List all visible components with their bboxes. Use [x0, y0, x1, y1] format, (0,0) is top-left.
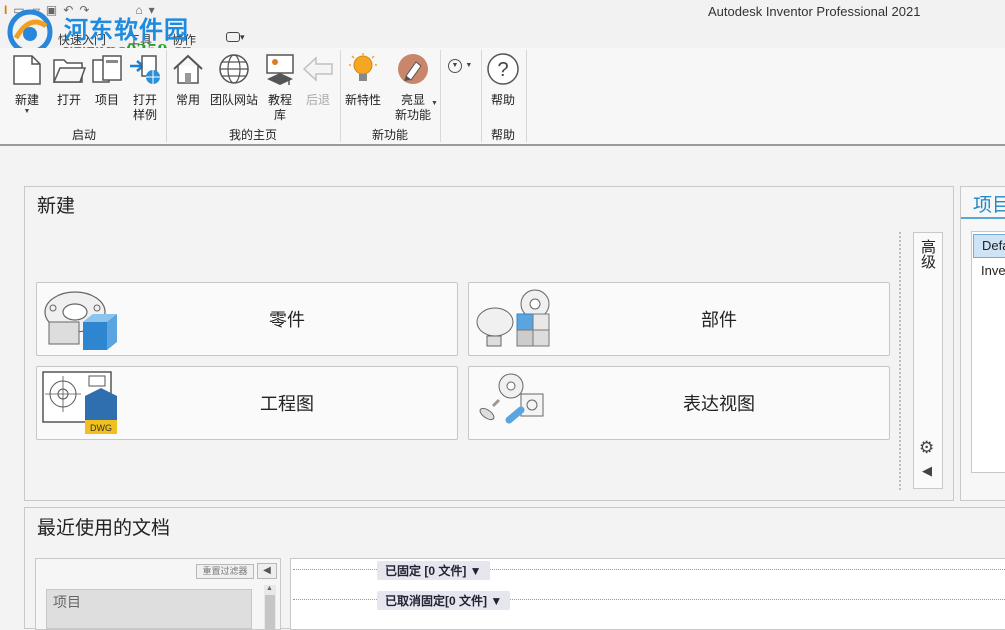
drawing-icon: DWG [42, 371, 117, 434]
tile-label: 部件 [701, 310, 737, 331]
help-icon: ? [487, 53, 519, 85]
ribbon: 新建 ▼ 打开 项目 打开 样例 启动 常用 团队网站 教程 库 后退 我的主页… [0, 48, 1005, 145]
highlight-new-button[interactable]: 亮显 新功能 [393, 52, 433, 123]
open-button[interactable]: 打开 [52, 52, 87, 108]
app-menu-icon[interactable]: I [4, 3, 7, 17]
svg-text:?: ? [497, 59, 508, 81]
group-label-home: 我的主页 [229, 128, 278, 142]
recent-documents-panel: 最近使用的文档 重置过滤器 ◀ 项目 ▲ 已固定 [0 文件] ▼ 已取消固定[… [24, 507, 1005, 630]
undo-icon[interactable]: ↶ [63, 3, 73, 17]
options-dropdown[interactable]: ▼ ▼ [448, 56, 472, 73]
save-icon[interactable]: ▣ [46, 3, 57, 17]
advanced-splitter[interactable] [899, 232, 902, 490]
new-presentation-tile[interactable]: 表达视图 [468, 366, 890, 440]
help-button[interactable]: ? 帮助 [486, 52, 520, 108]
projects-panel: 项目 Default Inventor [960, 186, 1005, 501]
new-assembly-tile[interactable]: 部件 [468, 282, 890, 356]
recent-panel-title: 最近使用的文档 [37, 517, 171, 539]
globe-icon [219, 54, 249, 84]
unpinned-group-header[interactable]: 已取消固定[0 文件] ▼ [377, 591, 511, 610]
filter-project-header[interactable]: 项目 [46, 589, 252, 629]
presentation-icon [479, 373, 544, 424]
group-label-help: 帮助 [491, 128, 516, 142]
project-button[interactable]: 项目 [90, 52, 124, 108]
tile-label: 工程图 [260, 394, 314, 415]
home-icon[interactable]: ⌂ [135, 3, 142, 17]
group-separator [340, 50, 341, 142]
redo-icon[interactable]: ↷ [79, 3, 89, 17]
project-icon [92, 55, 122, 83]
part-icon [44, 291, 117, 350]
dropdown-arrow-icon[interactable]: ▼ [431, 100, 438, 107]
filter-scrollbar[interactable]: ▲ [264, 585, 276, 629]
group-separator [526, 50, 527, 142]
pinned-group-header[interactable]: 已固定 [0 文件] ▼ [377, 561, 490, 580]
tab-getting-started[interactable]: 快速入门 [58, 31, 106, 48]
dropdown-arrow-icon: ▼ [23, 108, 31, 115]
quick-access-toolbar: I ▭ ▱ ▣ ↶ ↷ ⌂ ▾ [4, 3, 155, 17]
tab-options-dropdown[interactable]: ▾ [226, 29, 245, 43]
group-label-launch: 启动 [72, 128, 97, 142]
project-item[interactable]: Inventor [973, 260, 1005, 282]
app-title: Autodesk Inventor Professional 2021 [708, 4, 921, 19]
common-button[interactable]: 常用 [171, 52, 205, 108]
team-site-button[interactable]: 团队网站 [209, 52, 259, 108]
title-bar: I ▭ ▱ ▣ ↶ ↷ ⌂ ▾ Autodesk Inventor Profes… [0, 0, 1005, 24]
title-underline [961, 217, 1005, 219]
reset-filter-button[interactable]: 重置过滤器 [196, 564, 254, 579]
open-folder-icon[interactable]: ▱ [31, 3, 40, 17]
project-item[interactable]: Default [973, 234, 1005, 258]
highlighter-icon [398, 54, 428, 84]
project-list: Default Inventor [971, 231, 1005, 473]
new-drawing-tile[interactable]: DWG 工程图 [36, 366, 458, 440]
customize-qat-icon[interactable]: ▾ [149, 3, 155, 17]
circle-arrow-icon: ▼ [448, 59, 462, 73]
back-arrow-icon [302, 56, 333, 82]
new-document-icon [13, 55, 41, 85]
new-panel-title: 新建 [37, 195, 76, 217]
group-label-new-features: 新功能 [372, 128, 409, 142]
lightbulb-icon [349, 53, 377, 81]
advanced-label: 高级 [919, 239, 937, 269]
new-panel: 新建 零件 部件 DWG 工程图 表达视图 高级 ⚙ ◀ [24, 186, 954, 501]
group-separator [440, 50, 441, 142]
ribbon-divider [0, 144, 1005, 146]
open-folder-icon [52, 59, 87, 83]
advanced-panel[interactable]: 高级 ⚙ ◀ [913, 232, 943, 489]
tab-tools[interactable]: 工具 [128, 31, 152, 48]
ribbon-tabs: 快速入门 工具 协作 ▾ [0, 24, 1005, 48]
dwg-badge-label: DWG [90, 423, 112, 433]
minimize-ribbon-icon [226, 31, 240, 42]
scroll-thumb[interactable] [265, 595, 275, 629]
filter-pane: 重置过滤器 ◀ 项目 ▲ [35, 558, 281, 630]
collapse-filter-button[interactable]: ◀ [257, 563, 277, 579]
expand-left-icon[interactable]: ◀ [922, 463, 932, 479]
new-button[interactable]: 新建 ▼ [10, 52, 44, 116]
documents-list: 已固定 [0 文件] ▼ 已取消固定[0 文件] ▼ [290, 558, 1005, 630]
whats-new-button[interactable]: 新特性 [344, 52, 382, 108]
tutorial-icon [266, 54, 294, 85]
assembly-icon [476, 289, 550, 347]
open-samples-icon [130, 55, 160, 84]
tile-label: 表达视图 [683, 394, 755, 415]
dropdown-arrow-icon: ▼ [465, 62, 473, 69]
tile-label: 零件 [269, 310, 305, 331]
back-button[interactable]: 后退 [301, 52, 335, 108]
group-separator [166, 50, 167, 142]
group-separator [481, 50, 482, 142]
projects-panel-title: 项目 [973, 194, 1005, 216]
open-samples-button[interactable]: 打开 样例 [128, 52, 162, 123]
new-part-tile[interactable]: 零件 [36, 282, 458, 356]
tab-collaborate[interactable]: 协作 [172, 31, 196, 48]
home-icon [173, 54, 203, 84]
tutorials-button[interactable]: 教程 库 [263, 52, 297, 123]
new-file-icon[interactable]: ▭ [13, 3, 24, 17]
scroll-up-icon[interactable]: ▲ [266, 585, 273, 592]
gear-icon[interactable]: ⚙ [919, 438, 934, 458]
